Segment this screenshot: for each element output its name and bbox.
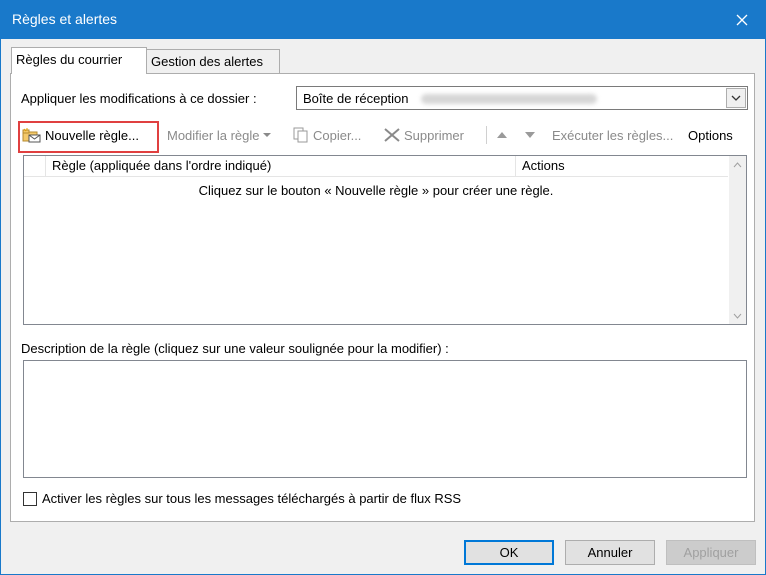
copy-label: Copier... <box>313 127 362 143</box>
close-button[interactable] <box>719 1 765 39</box>
move-up-button[interactable] <box>496 122 508 148</box>
rules-list[interactable]: Règle (appliquée dans l'ordre indiqué) A… <box>23 155 747 325</box>
chevron-down-icon <box>733 313 742 319</box>
rules-toolbar: Nouvelle règle... Modifier la règle Copi… <box>19 122 747 150</box>
options-button[interactable]: Options <box>688 122 733 148</box>
dropdown-arrow[interactable] <box>726 88 746 108</box>
rule-column-header[interactable]: Règle (appliquée dans l'ordre indiqué) <box>46 156 516 176</box>
email-rules-panel: Appliquer les modifications à ce dossier… <box>10 73 755 522</box>
chevron-up-icon <box>733 161 742 167</box>
new-rule-button[interactable]: Nouvelle règle... <box>22 122 139 148</box>
modify-rule-button[interactable]: Modifier la règle <box>167 122 271 148</box>
ok-button[interactable]: OK <box>464 540 554 565</box>
toolbar-separator <box>486 126 487 144</box>
checkbox-column-header[interactable] <box>24 156 46 176</box>
modify-rule-label: Modifier la règle <box>167 127 260 143</box>
copy-icon <box>293 127 308 143</box>
new-rule-icon <box>22 128 41 143</box>
arrow-down-icon <box>525 132 535 138</box>
cancel-button[interactable]: Annuler <box>565 540 655 565</box>
tab-manage-alerts[interactable]: Gestion des alertes <box>146 49 280 73</box>
actions-column-header[interactable]: Actions <box>516 156 728 176</box>
rules-alerts-dialog: Règles et alertes Règles du courrier Ges… <box>0 0 766 575</box>
tab-email-rules[interactable]: Règles du courrier <box>11 47 147 74</box>
options-label: Options <box>688 127 733 143</box>
delete-icon <box>384 128 400 142</box>
chevron-down-icon <box>731 95 741 101</box>
rss-checkbox-label[interactable]: Activer les règles sur tous les messages… <box>42 491 461 506</box>
redacted-email <box>421 94 597 104</box>
title-bar: Règles et alertes <box>1 1 765 39</box>
description-label: Description de la règle (cliquez sur une… <box>21 341 449 356</box>
folder-dropdown[interactable]: Boîte de réception <box>296 86 748 110</box>
folder-value: Boîte de réception <box>303 91 409 106</box>
arrow-up-icon <box>497 132 507 138</box>
folder-label: Appliquer les modifications à ce dossier… <box>21 91 257 106</box>
run-rules-label: Exécuter les règles... <box>552 127 674 143</box>
delete-button[interactable]: Supprimer <box>383 122 464 148</box>
new-rule-label: Nouvelle règle... <box>45 127 139 143</box>
tab-label: Règles du courrier <box>16 52 123 67</box>
copy-button[interactable]: Copier... <box>293 122 361 148</box>
close-icon <box>736 14 748 26</box>
scroll-up-button[interactable] <box>729 156 746 173</box>
empty-rules-message: Cliquez sur le bouton « Nouvelle règle »… <box>198 183 554 198</box>
move-down-button[interactable] <box>524 122 536 148</box>
apply-button[interactable]: Appliquer <box>666 540 756 565</box>
caret-down-icon <box>262 133 271 137</box>
delete-label: Supprimer <box>404 127 464 143</box>
tab-label: Gestion des alertes <box>151 54 264 69</box>
scroll-down-button[interactable] <box>729 307 746 324</box>
rules-list-scrollbar[interactable] <box>729 156 746 324</box>
rules-list-header: Règle (appliquée dans l'ordre indiqué) A… <box>24 156 728 177</box>
rss-checkbox[interactable] <box>23 492 37 506</box>
window-title: Règles et alertes <box>12 11 118 27</box>
run-rules-button[interactable]: Exécuter les règles... <box>552 122 673 148</box>
rule-description-box[interactable] <box>23 360 747 478</box>
